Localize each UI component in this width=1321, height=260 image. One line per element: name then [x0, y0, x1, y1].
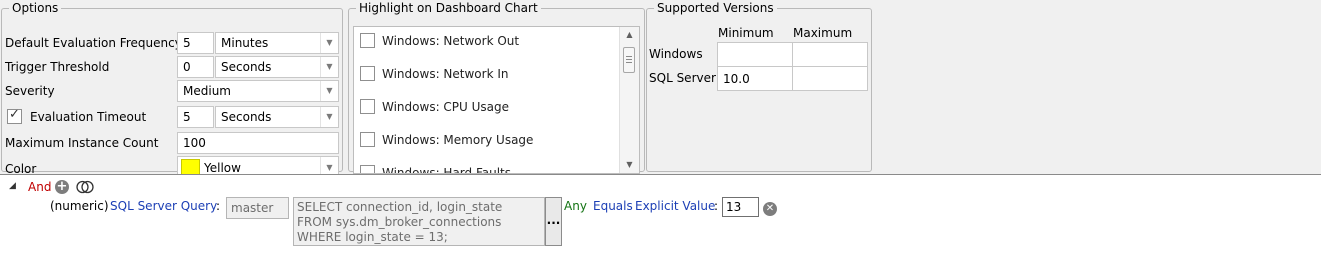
- comparison-link[interactable]: Equals: [593, 199, 633, 213]
- versions-legend: Supported Versions: [657, 1, 774, 15]
- eval-timeout-label: Evaluation Timeout: [30, 110, 147, 124]
- list-item-checkbox[interactable]: [360, 33, 375, 48]
- severity-label: Severity: [5, 84, 55, 98]
- list-item-label: Windows: Memory Usage: [382, 133, 534, 147]
- colon-separator: :: [216, 199, 221, 213]
- versions-windows-label: Windows: [649, 47, 703, 61]
- group-conditions-icon[interactable]: [76, 180, 94, 194]
- severity-value: Medium: [183, 84, 231, 98]
- add-condition-icon[interactable]: +: [55, 180, 69, 194]
- trigger-threshold-unit-select[interactable]: Seconds ▼: [215, 56, 339, 78]
- color-swatch: [181, 159, 200, 175]
- windows-min-input[interactable]: [717, 42, 793, 67]
- chevron-down-icon[interactable]: ▼: [320, 33, 338, 53]
- database-input[interactable]: master: [226, 197, 289, 219]
- eval-frequency-unit-select[interactable]: Minutes ▼: [215, 32, 339, 54]
- query-browse-button[interactable]: ...: [545, 197, 562, 246]
- highlight-legend: Highlight on Dashboard Chart: [359, 1, 538, 15]
- options-group: Options Default Evaluation Frequency 5 M…: [1, 1, 343, 180]
- remove-condition-icon[interactable]: ✕: [763, 202, 777, 216]
- eval-frequency-label: Default Evaluation Frequency: [5, 36, 182, 50]
- checkmark-icon: ✓: [9, 107, 20, 122]
- condition-type: (numeric): [50, 199, 109, 213]
- explicit-value-input[interactable]: 13: [722, 197, 759, 217]
- eval-timeout-unit-select[interactable]: Seconds ▼: [215, 106, 339, 128]
- list-item-checkbox[interactable]: [360, 66, 375, 81]
- list-item-label: Windows: CPU Usage: [382, 100, 510, 114]
- list-item-checkbox[interactable]: [360, 165, 375, 173]
- trigger-threshold-input[interactable]: 0: [177, 56, 214, 78]
- versions-max-header: Maximum: [793, 26, 853, 40]
- eval-timeout-unit-value: Seconds: [221, 110, 272, 124]
- sqlserver-min-input[interactable]: 10.0: [717, 66, 793, 91]
- windows-max-input[interactable]: [792, 42, 868, 67]
- eval-timeout-input[interactable]: 5: [177, 106, 214, 128]
- trigger-threshold-unit-value: Seconds: [221, 60, 272, 74]
- condition-editor: ◢ And + (numeric) SQL Server Query : mas…: [0, 174, 1321, 260]
- eval-frequency-input[interactable]: 5: [177, 32, 214, 54]
- scroll-down-icon[interactable]: ▼: [620, 157, 639, 173]
- versions-sqlserver-label: SQL Server: [649, 71, 716, 85]
- color-value: Yellow: [204, 161, 241, 175]
- list-item-checkbox[interactable]: [360, 132, 375, 147]
- eval-timeout-checkbox[interactable]: ✓: [7, 107, 22, 124]
- versions-group: Supported Versions Minimum Maximum Windo…: [646, 2, 872, 172]
- collapse-triangle-icon[interactable]: ◢: [9, 181, 16, 191]
- list-item[interactable]: Windows: CPU Usage: [354, 96, 620, 118]
- value-type-link[interactable]: Explicit Value: [635, 199, 715, 213]
- colon-separator: :: [714, 199, 719, 213]
- max-instance-input[interactable]: 100: [177, 132, 339, 154]
- query-input[interactable]: SELECT connection_id, login_state FROM s…: [293, 197, 545, 246]
- grip-line: [626, 59, 632, 60]
- settings-panel: Options Default Evaluation Frequency 5 M…: [0, 0, 1321, 180]
- list-item-label: Windows: Network Out: [382, 34, 520, 48]
- scroll-up-icon[interactable]: ▲: [620, 27, 639, 43]
- list-scrollbar[interactable]: ▲ ▼: [619, 27, 639, 173]
- eval-frequency-unit-value: Minutes: [221, 36, 269, 50]
- grip-line: [626, 62, 632, 63]
- scroll-thumb[interactable]: [623, 47, 635, 73]
- grip-line: [626, 56, 632, 57]
- options-legend: Options: [12, 1, 59, 15]
- highlight-list[interactable]: Windows: Network Out Windows: Network In…: [353, 26, 640, 174]
- max-instance-label: Maximum Instance Count: [5, 136, 159, 150]
- chevron-down-icon[interactable]: ▼: [320, 57, 338, 77]
- list-item[interactable]: Windows: Memory Usage: [354, 129, 620, 151]
- chevron-down-icon[interactable]: ▼: [320, 107, 338, 127]
- list-item-checkbox[interactable]: [360, 99, 375, 114]
- condition-source-link[interactable]: SQL Server Query: [110, 199, 217, 213]
- highlight-group: Highlight on Dashboard Chart Windows: Ne…: [348, 1, 645, 174]
- list-item[interactable]: Windows: Network In: [354, 63, 620, 85]
- quantifier-link[interactable]: Any: [564, 199, 587, 213]
- versions-min-header: Minimum: [718, 26, 774, 40]
- list-item-label: Windows: Network In: [382, 67, 509, 81]
- list-item[interactable]: Windows: Hard Faults: [354, 162, 620, 174]
- sqlserver-max-input[interactable]: [792, 66, 868, 91]
- list-item-label: Windows: Hard Faults: [382, 166, 512, 174]
- and-operator[interactable]: And: [28, 180, 51, 194]
- severity-select[interactable]: Medium ▼: [177, 80, 339, 102]
- chevron-down-icon[interactable]: ▼: [320, 81, 338, 101]
- trigger-threshold-label: Trigger Threshold: [5, 60, 110, 74]
- list-item[interactable]: Windows: Network Out: [354, 30, 620, 52]
